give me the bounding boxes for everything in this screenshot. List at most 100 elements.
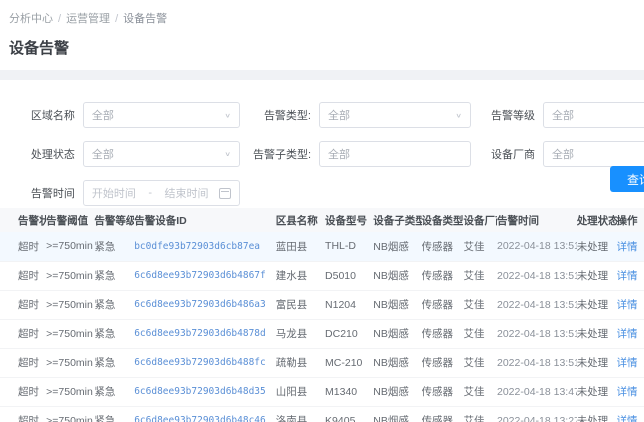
table-row: 超时>=750min紧急6c6d8ee93b72903d6b48c46洛南县K9… bbox=[0, 406, 644, 422]
search-button[interactable]: 查询 bbox=[610, 166, 644, 192]
cell-subtype: NB烟感 bbox=[373, 406, 421, 422]
column-header: 告警等级 bbox=[94, 208, 134, 232]
cell-status: 超时 bbox=[0, 319, 46, 348]
cell-device-id: 6c6d8ee93b72903d6b48c46 bbox=[134, 406, 276, 422]
cell-subtype: NB烟感 bbox=[373, 319, 421, 348]
breadcrumb: 分析中心/运营管理/设备告警 bbox=[9, 10, 644, 26]
filter-alert-type: 告警类型: 全部 ∨ bbox=[253, 102, 471, 128]
cell-device-type: 传感器 bbox=[422, 348, 464, 377]
cell-threshold: >=750min bbox=[46, 348, 94, 377]
filter-handle-status-label: 处理状态 bbox=[24, 146, 75, 162]
filter-region-select[interactable]: 全部 ∨ bbox=[83, 102, 240, 128]
cell-model: DC210 bbox=[325, 319, 373, 348]
device-alert-page: 分析中心/运营管理/设备告警 设备告警 区域名称 全部 ∨ 告警类型: 全部 ∨… bbox=[0, 0, 644, 422]
cell-device-type: 传感器 bbox=[422, 261, 464, 290]
filter-alert-level-label: 告警等级 bbox=[483, 107, 535, 123]
filter-alert-type-value: 全部 bbox=[328, 107, 350, 123]
alert-time-range-picker[interactable]: 开始时间 - 结束时间 bbox=[83, 180, 240, 206]
cell-handle-status: 未处理 bbox=[577, 348, 617, 377]
cell-time: 2022-04-18 13:51:52 bbox=[497, 232, 577, 261]
cell-device-id: 6c6d8ee93b72903d6b4878d bbox=[134, 319, 276, 348]
filter-handle-status-select[interactable]: 全部 ∨ bbox=[83, 141, 240, 167]
topbar: 分析中心/运营管理/设备告警 设备告警 bbox=[0, 0, 644, 58]
cell-model: N1204 bbox=[325, 290, 373, 319]
column-header: 设备类型 bbox=[422, 208, 464, 232]
cell-subtype: NB烟感 bbox=[373, 261, 421, 290]
column-header: 处理状态 bbox=[577, 208, 617, 232]
filter-alert-subtype-input[interactable]: 全部 bbox=[319, 141, 471, 167]
cell-model: M1340 bbox=[325, 377, 373, 406]
cell-subtype: NB烟感 bbox=[373, 377, 421, 406]
cell-actions: 详情处理 bbox=[617, 319, 644, 348]
cell-device-id: 6c6d8ee93b72903d6b48d35 bbox=[134, 377, 276, 406]
cell-model: MC-210 bbox=[325, 348, 373, 377]
table-row: 超时>=750min紧急6c6d8ee93b72903d6b486a3富民县N1… bbox=[0, 290, 644, 319]
cell-level: 紧急 bbox=[94, 348, 134, 377]
filter-alert-level-value: 全部 bbox=[552, 107, 574, 123]
cell-handle-status: 未处理 bbox=[577, 232, 617, 261]
action-link[interactable]: 详情 bbox=[617, 357, 638, 369]
column-header: 设备子类型 bbox=[373, 208, 421, 232]
action-link[interactable]: 详情 bbox=[617, 241, 638, 253]
filter-alert-level: 告警等级 全部 bbox=[483, 102, 644, 128]
cell-actions: 详情处理 bbox=[617, 261, 644, 290]
action-link[interactable]: 详情 bbox=[617, 386, 638, 398]
cell-actions: 详情处理 bbox=[617, 290, 644, 319]
filter-vendor-input[interactable]: 全部 bbox=[543, 141, 644, 167]
cell-device-type: 传感器 bbox=[422, 232, 464, 261]
cell-time: 2022-04-18 13:51:41 bbox=[497, 290, 577, 319]
cell-subtype: NB烟感 bbox=[373, 290, 421, 319]
start-time-placeholder: 开始时间 bbox=[92, 185, 136, 201]
cell-threshold: >=750min bbox=[46, 406, 94, 422]
cell-county: 马龙县 bbox=[276, 319, 325, 348]
cell-device-id: 6c6d8ee93b72903d6b4867f bbox=[134, 261, 276, 290]
cell-county: 蓝田县 bbox=[276, 232, 325, 261]
column-header: 区县名称 bbox=[276, 208, 325, 232]
cell-time: 2022-04-18 13:47:41 bbox=[497, 377, 577, 406]
cell-vendor: 艾佳 bbox=[463, 290, 497, 319]
table-row: 超时>=750min紧急6c6d8ee93b72903d6b488fc疏勒县MC… bbox=[0, 348, 644, 377]
filter-vendor-label: 设备厂商 bbox=[483, 146, 535, 162]
alert-table-wrap: 告警状态告警阈值告警等级告警设备ID区县名称设备型号设备子类型设备类型设备厂商告… bbox=[0, 208, 644, 422]
cell-county: 洛南县 bbox=[276, 406, 325, 422]
cell-model: THL-D bbox=[325, 232, 373, 261]
cell-level: 紧急 bbox=[94, 377, 134, 406]
breadcrumb-item[interactable]: 分析中心 bbox=[9, 13, 53, 25]
filter-alert-time: 告警时间 开始时间 - 结束时间 bbox=[24, 180, 240, 206]
cell-device-id: 6c6d8ee93b72903d6b486a3 bbox=[134, 290, 276, 319]
column-header: 告警时间 bbox=[497, 208, 577, 232]
cell-county: 疏勒县 bbox=[276, 348, 325, 377]
table-row: 超时>=750min紧急bc0dfe93b72903d6cb87ea蓝田县THL… bbox=[0, 232, 644, 261]
filter-vendor-value: 全部 bbox=[552, 146, 574, 162]
breadcrumb-item[interactable]: 运营管理 bbox=[66, 13, 110, 25]
cell-county: 山阳县 bbox=[276, 377, 325, 406]
cell-device-id: 6c6d8ee93b72903d6b488fc bbox=[134, 348, 276, 377]
cell-level: 紧急 bbox=[94, 261, 134, 290]
filter-alert-subtype-value: 全部 bbox=[328, 146, 350, 162]
cell-handle-status: 未处理 bbox=[577, 319, 617, 348]
cell-level: 紧急 bbox=[94, 319, 134, 348]
cell-vendor: 艾佳 bbox=[463, 348, 497, 377]
cell-time: 2022-04-18 13:27:50 bbox=[497, 406, 577, 422]
action-link[interactable]: 详情 bbox=[617, 415, 638, 422]
filter-row-3: 告警时间 开始时间 - 结束时间 bbox=[0, 180, 644, 206]
filter-alert-subtype: 告警子类型: 全部 bbox=[253, 141, 471, 167]
action-link[interactable]: 详情 bbox=[617, 299, 638, 311]
filter-alert-type-select[interactable]: 全部 ∨ bbox=[319, 102, 471, 128]
filter-row-2: 处理状态 全部 ∨ 告警子类型: 全部 设备厂商 全部 bbox=[0, 141, 644, 167]
cell-actions: 详情处理 bbox=[617, 377, 644, 406]
table-row: 超时>=750min紧急6c6d8ee93b72903d6b4878d马龙县DC… bbox=[0, 319, 644, 348]
cell-threshold: >=750min bbox=[46, 290, 94, 319]
end-time-placeholder: 结束时间 bbox=[165, 185, 209, 201]
action-link[interactable]: 详情 bbox=[617, 270, 638, 282]
cell-time: 2022-04-18 13:51:40 bbox=[497, 319, 577, 348]
cell-vendor: 艾佳 bbox=[463, 261, 497, 290]
chevron-down-icon: ∨ bbox=[455, 111, 462, 119]
filter-alert-level-input[interactable]: 全部 bbox=[543, 102, 644, 128]
cell-vendor: 艾佳 bbox=[463, 232, 497, 261]
filter-row-1: 区域名称 全部 ∨ 告警类型: 全部 ∨ 告警等级 全部 bbox=[0, 102, 644, 128]
column-header: 设备型号 bbox=[325, 208, 373, 232]
cell-model: K9405 bbox=[325, 406, 373, 422]
cell-actions: 详情处理 bbox=[617, 406, 644, 422]
action-link[interactable]: 详情 bbox=[617, 328, 638, 340]
